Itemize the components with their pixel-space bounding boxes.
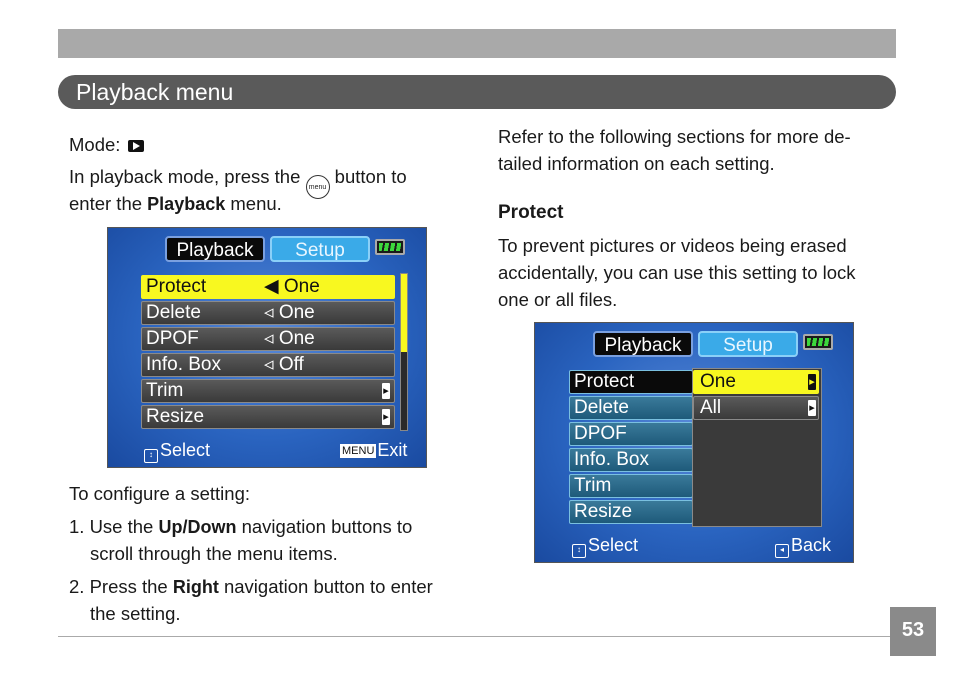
mode-label: Mode:: [69, 134, 121, 155]
menu-button-icon: menu: [305, 175, 330, 199]
up-down-bold: Up/Down: [158, 517, 237, 537]
step2-line2: the setting.: [90, 603, 181, 624]
playback-menu-screenshot: Playback Setup Protect ◀︎ One Delete ◃ O…: [107, 227, 427, 468]
option-all: All ▸: [693, 396, 819, 420]
playback-bold: Playback: [147, 194, 226, 214]
menu-row-protect: Protect: [569, 370, 693, 394]
scrollbar-thumb: [401, 274, 407, 352]
menu-row-delete: Delete ◃ One: [141, 301, 395, 325]
menu-row-delete: Delete: [569, 396, 693, 420]
footer-back: ◂ Back: [775, 535, 831, 558]
battery-icon: [375, 239, 405, 255]
tab-setup: Setup: [270, 236, 370, 262]
row-label: DPOF: [146, 328, 199, 349]
select-icon: ↕: [144, 449, 158, 463]
option-label: All: [700, 397, 722, 418]
menu-row-trim: Trim ▸: [141, 379, 395, 403]
right-arrow-icon: ▸: [808, 400, 816, 416]
battery-icon: [803, 334, 833, 350]
intro-text: In playback mode, press the: [69, 166, 301, 187]
menu-row-dpof: DPOF: [569, 422, 693, 446]
right-arrow-icon: ▸: [382, 383, 390, 399]
right-bold: Right: [172, 577, 219, 597]
step1-line2: scroll through the menu items.: [90, 543, 338, 564]
configure-heading: To configure a setting:: [69, 483, 250, 504]
page-number: 53: [890, 607, 936, 656]
menu-row-info-box: Info. Box ◃ Off: [141, 353, 395, 377]
intro-text-after: button to: [334, 166, 407, 187]
footer-rule: [58, 636, 890, 637]
row-label: Trim: [146, 380, 184, 401]
intro-line2-after: menu.: [230, 193, 282, 214]
row-label: Resize: [146, 406, 205, 427]
intro-line2-text: enter the: [69, 193, 143, 214]
top-bar: [58, 29, 896, 58]
row-value: ◃ One: [264, 302, 315, 323]
refer-line1: Refer to the following sections for more…: [498, 126, 851, 147]
protect-line1: To prevent pictures or videos being eras…: [498, 235, 847, 256]
row-value: ◀︎ One: [264, 276, 320, 297]
step2-line1: 2. Press the Right navigation button to …: [69, 576, 433, 597]
row-label: Info. Box: [146, 354, 221, 375]
intro-line2: enter the Playback menu.: [69, 190, 282, 218]
refer-line2: tailed information on each setting.: [498, 153, 775, 174]
mode-line: Mode:: [69, 131, 145, 158]
scrollbar: [400, 273, 408, 431]
tab-setup: Setup: [698, 331, 798, 357]
row-value: ◃ One: [264, 328, 315, 349]
back-icon: ◂: [775, 544, 789, 558]
option-label: One: [700, 371, 736, 392]
row-label: Delete: [146, 302, 201, 323]
menu-row-resize: Resize: [569, 500, 693, 524]
row-value: ◃ Off: [264, 354, 304, 375]
menu-key-icon: MENU: [340, 444, 377, 458]
select-icon: ↕: [572, 544, 586, 558]
row-label: Protect: [146, 276, 207, 297]
menu-row-info-box: Info. Box: [569, 448, 693, 472]
protect-heading: Protect: [498, 202, 564, 223]
menu-row-trim: Trim: [569, 474, 693, 498]
menu-row-resize: Resize ▸: [141, 405, 395, 429]
tab-playback: Playback: [593, 331, 693, 357]
playback-mode-icon: [128, 140, 145, 152]
menu-row-protect: Protect ◀︎ One: [141, 275, 395, 299]
menu-row-dpof: DPOF ◃ One: [141, 327, 395, 351]
step1-line1: 1. Use the Up/Down navigation buttons to: [69, 516, 413, 537]
right-arrow-icon: ▸: [808, 374, 816, 390]
footer-select: ↕ Select: [144, 440, 210, 463]
section-title: Playback menu: [58, 75, 896, 109]
footer-exit: MENU Exit: [340, 440, 408, 460]
tab-playback: Playback: [165, 236, 265, 262]
protect-line2: accidentally, you can use this setting t…: [498, 262, 856, 283]
protect-menu-screenshot: Playback Setup Protect Delete DPOF Info.…: [534, 322, 854, 563]
option-one: One ▸: [693, 370, 819, 394]
footer-select: ↕ Select: [572, 535, 638, 558]
protect-line3: one or all files.: [498, 289, 618, 310]
right-arrow-icon: ▸: [382, 409, 390, 425]
